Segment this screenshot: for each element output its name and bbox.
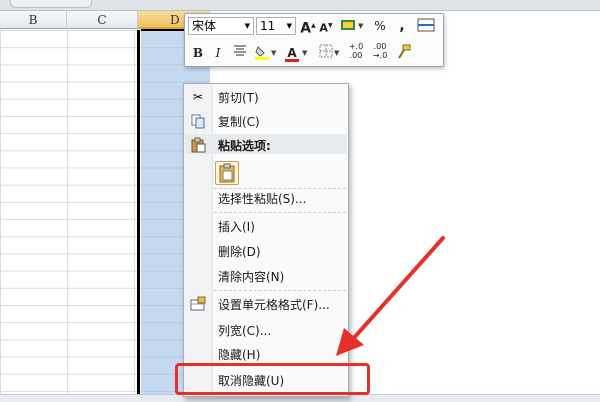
format-painter-button[interactable] bbox=[395, 44, 413, 62]
clipboard-paste-option-button[interactable] bbox=[215, 161, 239, 185]
column-label: D bbox=[170, 13, 180, 27]
bold-icon: B bbox=[192, 46, 204, 60]
cut-icon: ✂ bbox=[192, 90, 204, 104]
shrink-font-button[interactable]: A▼ bbox=[317, 17, 335, 35]
mini-toolbar: 宋体 ▼ 11 ▼ A▲ A▼ ▼ % , B I ▼ A ▼ ▼ +.0 .0… bbox=[184, 13, 444, 67]
align-center-icon bbox=[234, 45, 246, 56]
chevron-down-icon[interactable]: ▼ bbox=[271, 44, 276, 62]
sheet-tab[interactable] bbox=[10, 0, 92, 8]
font-color-button[interactable]: A bbox=[283, 44, 301, 62]
menu-item-label: 删除(D) bbox=[218, 245, 261, 259]
context-menu: ✂ 剪切(T) 复制(C) 粘贴选项: 选择性粘贴(S)... 插入(I) 删除… bbox=[183, 83, 349, 397]
increase-decimal-button[interactable]: +.0 .00 bbox=[345, 42, 367, 60]
font-color-icon: A bbox=[287, 46, 297, 60]
menu-item-label: 粘贴选项: bbox=[218, 139, 271, 153]
font-size-box[interactable]: 11 ▼ bbox=[256, 17, 296, 35]
bold-button[interactable]: B bbox=[189, 44, 207, 62]
menu-separator bbox=[214, 188, 346, 189]
annotation-arrow-icon bbox=[336, 236, 445, 356]
comma-style-button[interactable]: , bbox=[393, 17, 411, 35]
menu-item-label: 列宽(C)... bbox=[218, 324, 272, 338]
format-cells-icon bbox=[190, 296, 206, 312]
font-name-value: 宋体 bbox=[192, 19, 217, 33]
menu-item-label: 复制(C) bbox=[218, 115, 260, 129]
italic-button[interactable]: I bbox=[209, 44, 227, 62]
percent-style-button[interactable]: % bbox=[371, 17, 389, 35]
annotation-highlight-box bbox=[175, 363, 370, 395]
percent-icon: % bbox=[374, 19, 386, 33]
column-label: B bbox=[28, 13, 38, 27]
increase-decimal-icon: +.0 .00 bbox=[348, 42, 364, 60]
merge-center-button[interactable] bbox=[417, 17, 435, 35]
merge-center-icon bbox=[417, 18, 435, 32]
menu-separator bbox=[214, 290, 346, 291]
menu-icon-gutter bbox=[184, 84, 213, 396]
clipboard-paste-option-icon bbox=[219, 163, 235, 183]
menu-item-label: 剪切(T) bbox=[218, 91, 259, 105]
decrease-decimal-button[interactable]: .00 →.0 bbox=[369, 42, 391, 60]
borders-button[interactable] bbox=[317, 44, 335, 62]
align-center-button[interactable] bbox=[231, 44, 249, 62]
menu-item-label: 选择性粘贴(S)... bbox=[218, 192, 307, 206]
fill-color-button[interactable] bbox=[253, 44, 271, 62]
borders-icon bbox=[319, 44, 333, 58]
font-size-value: 11 bbox=[260, 19, 276, 33]
fill-color-icon bbox=[255, 46, 269, 60]
number-format-button[interactable] bbox=[339, 17, 357, 35]
column-header-b[interactable]: B bbox=[0, 11, 67, 29]
chevron-down-icon: ▼ bbox=[244, 22, 250, 30]
chevron-down-icon[interactable]: ▼ bbox=[302, 44, 307, 62]
column-header-c[interactable]: C bbox=[67, 11, 138, 29]
column-label: C bbox=[97, 13, 107, 27]
italic-icon: I bbox=[215, 46, 221, 60]
menu-item-label: 设置单元格格式(F)... bbox=[218, 298, 330, 312]
copy-icon bbox=[190, 113, 206, 129]
menu-item-label: 隐藏(H) bbox=[218, 348, 261, 362]
format-painter-icon bbox=[398, 44, 411, 59]
font-color-swatch bbox=[285, 59, 299, 62]
menu-item-label: 清除内容(N) bbox=[218, 270, 285, 284]
paste-icon bbox=[190, 137, 206, 153]
shrink-font-icon: A bbox=[319, 21, 328, 35]
chevron-down-icon[interactable]: ▼ bbox=[358, 17, 363, 35]
selection-border bbox=[137, 30, 140, 401]
comma-icon: , bbox=[399, 18, 405, 34]
decrease-decimal-icon: .00 →.0 bbox=[372, 42, 388, 60]
menu-item-label: 插入(I) bbox=[218, 220, 255, 234]
chevron-down-icon[interactable]: ▼ bbox=[334, 44, 339, 62]
menu-separator bbox=[214, 212, 346, 213]
grow-font-button[interactable]: A▲ bbox=[299, 17, 317, 37]
accounting-format-icon bbox=[341, 20, 355, 30]
grow-font-icon: A bbox=[300, 20, 312, 37]
font-name-box[interactable]: 宋体 ▼ bbox=[188, 17, 254, 35]
chevron-down-icon: ▼ bbox=[286, 22, 292, 30]
